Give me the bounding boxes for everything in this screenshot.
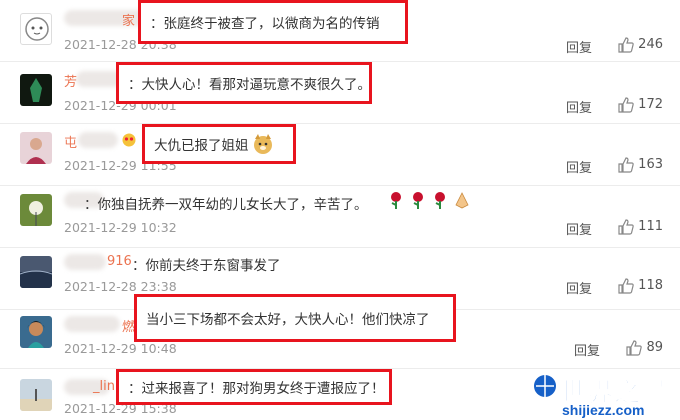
like-count: 111 bbox=[638, 219, 663, 234]
username[interactable]: 家 bbox=[122, 10, 135, 29]
avatar[interactable] bbox=[20, 379, 52, 411]
comment-row: 屯 2021-12-29 11:55 回复 163 大仇已报了姐姐 bbox=[0, 124, 680, 186]
reply-button[interactable]: 回复 bbox=[566, 157, 592, 176]
beach-figure-avatar-icon bbox=[20, 389, 52, 411]
comment-time: 2021-12-29 10:32 bbox=[64, 220, 177, 235]
comment-text: ：大快人心！看那对逼玩意不爽很久了。 bbox=[128, 77, 371, 93]
comment-row: 家 2021-12-28 20:38 回复 246 ：张庭终于被查了，以微商为名… bbox=[0, 0, 680, 62]
reply-button[interactable]: 回复 bbox=[566, 278, 592, 297]
blurred-username bbox=[78, 132, 118, 148]
jade-figure-avatar-icon bbox=[30, 78, 42, 102]
username[interactable]: _lin bbox=[93, 379, 115, 394]
highlight-box: 大仇已报了姐姐 bbox=[142, 124, 296, 164]
comment-text: ：过来报喜了！那对狗男女终于遭报应了！ bbox=[128, 381, 385, 397]
avatar[interactable] bbox=[20, 316, 52, 348]
comment-text: 大仇已报了姐姐 bbox=[154, 138, 249, 154]
reply-button[interactable]: 回复 bbox=[566, 37, 592, 56]
highlight-box: ：过来报喜了！那对狗男女终于遭报应了！ bbox=[116, 369, 392, 405]
like-count: 118 bbox=[638, 278, 663, 293]
seascape-avatar-icon bbox=[20, 270, 52, 288]
site-watermark: 世界之最 shijiezz.com bbox=[534, 372, 674, 418]
blurred-username bbox=[64, 254, 106, 270]
default-avatar-icon bbox=[25, 17, 49, 41]
like-count: 246 bbox=[638, 37, 663, 52]
watermark-url: shijiezz.com bbox=[562, 402, 645, 418]
username[interactable]: 屯 bbox=[64, 132, 77, 151]
avatar[interactable] bbox=[20, 13, 52, 45]
person-avatar-icon bbox=[26, 138, 46, 164]
highlight-box: ：张庭终于被查了，以微商为名的传销 bbox=[138, 0, 408, 44]
username[interactable]: 芳 bbox=[64, 71, 77, 90]
comment-time: 2021-12-29 10:48 bbox=[64, 341, 177, 356]
comment-text: ：张庭终于被查了，以微商为名的传销 bbox=[150, 16, 380, 32]
like-count: 163 bbox=[638, 157, 663, 172]
comment-time: 2021-12-28 23:38 bbox=[64, 279, 177, 294]
dandelion-avatar-icon bbox=[29, 201, 43, 226]
rose-emoji bbox=[386, 190, 452, 214]
avatar[interactable] bbox=[20, 256, 52, 288]
comment-row: 燃 2021-12-29 10:48 回复 89 当小三下场都不会太好，大快人心… bbox=[0, 294, 680, 369]
globe-logo-icon bbox=[534, 375, 556, 397]
heart-eyes-emoji-icon bbox=[122, 133, 136, 147]
like-count: 172 bbox=[638, 97, 663, 112]
comment-text: ：你前夫终于东窗事发了 bbox=[132, 258, 281, 274]
comment-text: 当小三下场都不会太好，大快人心！他们快凉了 bbox=[146, 312, 430, 328]
avatar[interactable] bbox=[20, 74, 52, 106]
cartoon-princess-avatar-icon bbox=[27, 321, 45, 348]
highlight-box: 当小三下场都不会太好，大快人心！他们快凉了 bbox=[134, 294, 456, 342]
doge-emoji bbox=[253, 134, 272, 154]
reply-button[interactable]: 回复 bbox=[574, 340, 600, 359]
pray-emoji bbox=[455, 192, 469, 209]
comment-row: 芳 2021-12-29 00:01 回复 172 ：大快人心！看那对逼玩意不爽… bbox=[0, 62, 680, 124]
username[interactable]: 916 bbox=[107, 254, 132, 269]
like-count: 89 bbox=[646, 340, 663, 355]
blurred-username bbox=[64, 316, 120, 332]
highlight-box: ：大快人心！看那对逼玩意不爽很久了。 bbox=[116, 62, 372, 104]
comment-text: ：你独自抚养一双年幼的儿女长大了，辛苦了。 bbox=[84, 197, 368, 213]
reply-button[interactable]: 回复 bbox=[566, 219, 592, 238]
avatar[interactable] bbox=[20, 132, 52, 164]
comment-row: ：你独自抚养一双年幼的儿女长大了，辛苦了。 2021-12-29 10:32 回… bbox=[0, 186, 680, 248]
reply-button[interactable]: 回复 bbox=[566, 97, 592, 116]
avatar[interactable] bbox=[20, 194, 52, 226]
